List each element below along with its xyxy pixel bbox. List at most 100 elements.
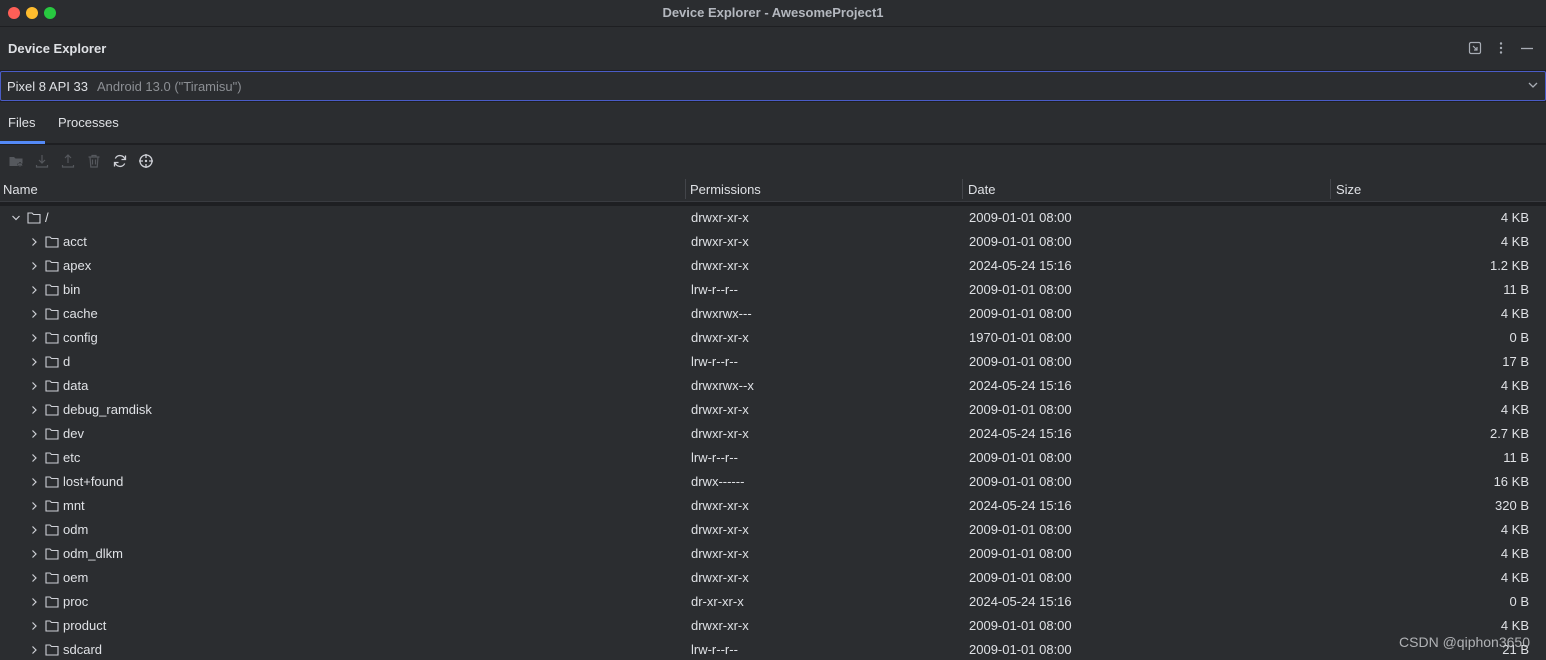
file-name: data <box>63 378 89 393</box>
chevron-down-icon <box>1527 78 1539 92</box>
file-size: 0 B <box>1509 330 1529 345</box>
folder-icon <box>45 427 59 440</box>
table-row[interactable]: debug_ramdisk drwxr-xr-x 2009-01-01 08:00 4… <box>0 398 1546 422</box>
chevron-right-icon[interactable] <box>29 596 39 608</box>
column-divider[interactable] <box>1330 179 1331 199</box>
file-permissions: drwxrwx--x <box>691 378 754 393</box>
tab-processes[interactable]: Processes <box>58 115 119 130</box>
file-size: 4 KB <box>1500 306 1529 321</box>
file-permissions: drwxr-xr-x <box>691 618 749 633</box>
column-header-name[interactable]: Name <box>3 182 38 197</box>
table-row[interactable]: d lrw-r--r-- 2009-01-01 08:00 17 B <box>0 350 1546 374</box>
folder-icon <box>45 307 59 320</box>
file-date: 2024-05-24 15:16 <box>969 378 1072 393</box>
chevron-right-icon[interactable] <box>29 524 39 536</box>
chevron-right-icon[interactable] <box>29 332 39 344</box>
new-folder-icon[interactable] <box>8 153 24 169</box>
chevron-right-icon[interactable] <box>29 548 39 560</box>
file-size: 11 B <box>1503 282 1529 297</box>
download-icon[interactable] <box>34 153 50 169</box>
table-row[interactable]: config drwxr-xr-x 1970-01-01 08:00 0 B <box>0 326 1546 350</box>
chevron-right-icon[interactable] <box>29 356 39 368</box>
table-row[interactable]: dev drwxr-xr-x 2024-05-24 15:16 2.7 KB <box>0 422 1546 446</box>
folder-icon <box>45 619 59 632</box>
chevron-right-icon[interactable] <box>29 476 39 488</box>
chevron-right-icon[interactable] <box>29 404 39 416</box>
chevron-right-icon[interactable] <box>29 644 39 656</box>
file-size: 4 KB <box>1500 546 1529 561</box>
file-size: 4 KB <box>1500 522 1529 537</box>
file-date: 2024-05-24 15:16 <box>969 258 1072 273</box>
chevron-down-icon[interactable] <box>11 212 21 224</box>
table-row[interactable]: apex drwxr-xr-x 2024-05-24 15:16 1.2 KB <box>0 254 1546 278</box>
upload-icon[interactable] <box>60 153 76 169</box>
table-row[interactable]: etc lrw-r--r-- 2009-01-01 08:00 11 B <box>0 446 1546 470</box>
column-header-date[interactable]: Date <box>968 182 995 197</box>
file-date: 2009-01-01 08:00 <box>969 642 1072 657</box>
window-title: Device Explorer - AwesomeProject1 <box>662 5 884 20</box>
chevron-right-icon[interactable] <box>29 572 39 584</box>
file-permissions: drwxr-xr-x <box>691 570 749 585</box>
more-vertical-icon[interactable] <box>1494 41 1508 55</box>
table-row[interactable]: odm_dlkm drwxr-xr-x 2009-01-01 08:00 4 KB <box>0 542 1546 566</box>
table-row[interactable]: proc dr-xr-xr-x 2024-05-24 15:16 0 B <box>0 590 1546 614</box>
file-date: 2009-01-01 08:00 <box>969 354 1072 369</box>
table-row[interactable]: / drwxr-xr-x 2009-01-01 08:00 4 KB <box>0 206 1546 230</box>
file-size: 17 B <box>1502 354 1529 369</box>
chevron-right-icon[interactable] <box>29 428 39 440</box>
folder-icon <box>45 355 59 368</box>
file-size: 4 KB <box>1500 234 1529 249</box>
chevron-right-icon[interactable] <box>29 500 39 512</box>
file-tree-table: / drwxr-xr-x 2009-01-01 08:00 4 KB acct drwxr… <box>0 206 1546 660</box>
chevron-right-icon[interactable] <box>29 260 39 272</box>
file-name: odm <box>63 522 89 537</box>
table-row[interactable]: mnt drwxr-xr-x 2024-05-24 15:16 320 B <box>0 494 1546 518</box>
column-divider[interactable] <box>962 179 963 199</box>
folder-icon <box>45 403 59 416</box>
folder-icon <box>45 547 59 560</box>
tool-window-header: Device Explorer <box>0 27 1546 70</box>
file-date: 2009-01-01 08:00 <box>969 306 1072 321</box>
chevron-right-icon[interactable] <box>29 236 39 248</box>
table-row[interactable]: lost+found drwx------ 2009-01-01 08:00 16 K… <box>0 470 1546 494</box>
table-row[interactable]: sdcard lrw-r--r-- 2009-01-01 08:00 21 B <box>0 638 1546 660</box>
chevron-right-icon[interactable] <box>29 452 39 464</box>
file-permissions: drwxr-xr-x <box>691 426 749 441</box>
column-divider[interactable] <box>685 179 686 199</box>
trash-icon[interactable] <box>86 153 102 169</box>
chevron-right-icon[interactable] <box>29 620 39 632</box>
file-name: debug_ramdisk <box>63 402 152 417</box>
device-selector[interactable]: Pixel 8 API 33 Android 13.0 ("Tiramisu") <box>0 71 1546 101</box>
file-permissions: drwxr-xr-x <box>691 498 749 513</box>
file-size: 1.2 KB <box>1489 258 1529 273</box>
locate-icon[interactable] <box>138 153 154 169</box>
folder-icon <box>45 283 59 296</box>
tab-files[interactable]: Files <box>8 115 35 130</box>
table-row[interactable]: oem drwxr-xr-x 2009-01-01 08:00 4 KB <box>0 566 1546 590</box>
folder-icon <box>45 235 59 248</box>
tab-selected-indicator <box>0 141 45 144</box>
file-name: cache <box>63 306 98 321</box>
file-permissions: dr-xr-xr-x <box>691 594 744 609</box>
chevron-right-icon[interactable] <box>29 284 39 296</box>
column-header-permissions[interactable]: Permissions <box>690 182 761 197</box>
file-size: 2.7 KB <box>1489 426 1529 441</box>
table-row[interactable]: cache drwxrwx--- 2009-01-01 08:00 4 KB <box>0 302 1546 326</box>
table-row[interactable]: bin lrw-r--r-- 2009-01-01 08:00 11 B <box>0 278 1546 302</box>
chevron-right-icon[interactable] <box>29 308 39 320</box>
file-name: etc <box>63 450 81 465</box>
table-header: Name Permissions Date Size <box>0 177 1546 202</box>
table-row[interactable]: data drwxrwx--x 2024-05-24 15:16 4 KB <box>0 374 1546 398</box>
file-date: 2009-01-01 08:00 <box>969 234 1072 249</box>
sync-icon[interactable] <box>112 153 128 169</box>
chevron-right-icon[interactable] <box>29 380 39 392</box>
file-name: proc <box>63 594 89 609</box>
file-size: 4 KB <box>1500 618 1529 633</box>
file-name: mnt <box>63 498 85 513</box>
table-row[interactable]: odm drwxr-xr-x 2009-01-01 08:00 4 KB <box>0 518 1546 542</box>
table-row[interactable]: product drwxr-xr-x 2009-01-01 08:00 4 KB <box>0 614 1546 638</box>
expand-icon[interactable] <box>1468 41 1482 55</box>
table-row[interactable]: acct drwxr-xr-x 2009-01-01 08:00 4 KB <box>0 230 1546 254</box>
minimize-icon[interactable] <box>1520 41 1534 55</box>
column-header-size[interactable]: Size <box>1336 182 1361 197</box>
